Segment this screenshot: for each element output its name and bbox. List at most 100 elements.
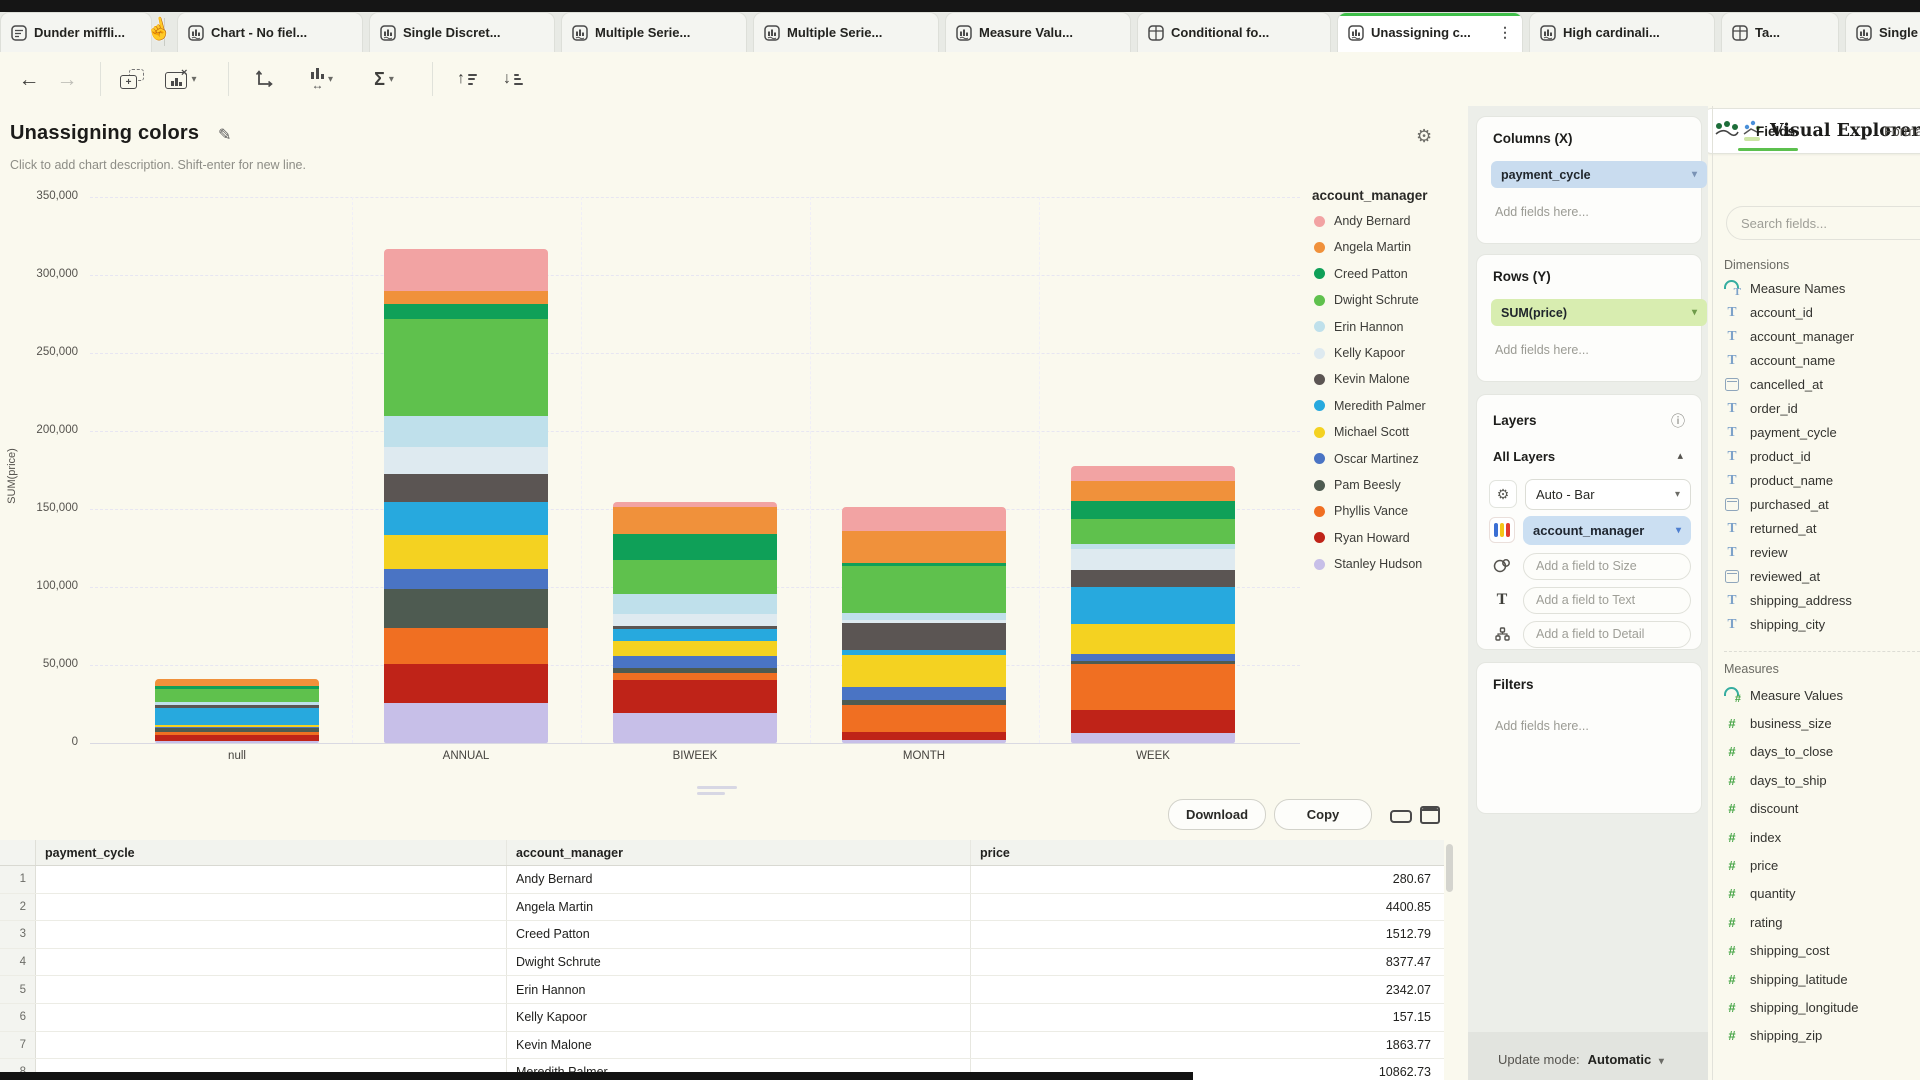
detail-field-input[interactable] xyxy=(1523,621,1691,648)
bar-segment[interactable] xyxy=(1071,519,1235,544)
bar-segment[interactable] xyxy=(613,560,777,595)
table-row[interactable]: 6Kelly Kapoor157.15 xyxy=(0,1004,1444,1032)
aggregate-button[interactable]: Σ ▾ xyxy=(360,60,408,98)
bar-segment[interactable] xyxy=(155,708,319,725)
swap-axes-button[interactable] xyxy=(244,60,284,98)
field-item-discount[interactable]: #discount xyxy=(1724,801,1920,817)
legend-item[interactable]: Meredith Palmer xyxy=(1314,399,1426,413)
field-item-price[interactable]: #price xyxy=(1724,857,1920,873)
bar-segment[interactable] xyxy=(613,594,777,614)
tab-multiple-serie[interactable]: Multiple Serie... xyxy=(561,12,747,52)
legend-item[interactable]: Kelly Kapoor xyxy=(1314,346,1405,360)
color-field-pill[interactable]: account_manager ▾ xyxy=(1523,516,1691,545)
bar-segment[interactable] xyxy=(1071,466,1235,481)
bar-segment[interactable] xyxy=(613,614,777,626)
tab-unassigning-c[interactable]: Unassigning c...⋮ xyxy=(1337,12,1523,52)
maximize-table-icon[interactable] xyxy=(1420,806,1440,824)
bar-segment[interactable] xyxy=(842,613,1006,620)
legend-item[interactable]: Michael Scott xyxy=(1314,425,1409,439)
legend-item[interactable]: Oscar Martinez xyxy=(1314,452,1419,466)
bar-segment[interactable] xyxy=(613,713,777,743)
bar-segment[interactable] xyxy=(842,623,1006,651)
tab-format[interactable]: Format xyxy=(1884,124,1920,139)
field-item-shipping-city[interactable]: Tshipping_city xyxy=(1724,616,1920,632)
field-item-payment-cycle[interactable]: Tpayment_cycle xyxy=(1724,424,1920,440)
legend-item[interactable]: Angela Martin xyxy=(1314,240,1411,254)
legend-item[interactable]: Erin Hannon xyxy=(1314,320,1404,334)
text-field-input[interactable] xyxy=(1523,587,1691,614)
table-row[interactable]: 5Erin Hannon2342.07 xyxy=(0,976,1444,1004)
table-row[interactable]: 4Dwight Schrute8377.47 xyxy=(0,949,1444,977)
minimize-table-icon[interactable] xyxy=(1390,810,1412,823)
bar-segment[interactable] xyxy=(613,656,777,668)
bar-segment[interactable] xyxy=(384,291,548,305)
field-item-shipping-zip[interactable]: #shipping_zip xyxy=(1724,1028,1920,1044)
field-item-order-id[interactable]: Torder_id xyxy=(1724,400,1920,416)
bar-size-button[interactable]: ↔ ▾ xyxy=(296,60,348,98)
field-item-account-id[interactable]: Taccount_id xyxy=(1724,304,1920,320)
field-item-returned-at[interactable]: Treturned_at xyxy=(1724,520,1920,536)
legend-item[interactable]: Phyllis Vance xyxy=(1314,504,1408,518)
info-icon[interactable]: ⓘ xyxy=(1671,411,1685,431)
bar-null[interactable] xyxy=(155,679,319,743)
chart-description-placeholder[interactable]: Click to add chart description. Shift-en… xyxy=(10,158,306,172)
bar-segment[interactable] xyxy=(155,689,319,702)
field-item-product-name[interactable]: Tproduct_name xyxy=(1724,472,1920,488)
field-item-days-to-close[interactable]: #days_to_close xyxy=(1724,744,1920,760)
field-item-shipping-latitude[interactable]: #shipping_latitude xyxy=(1724,971,1920,987)
bar-segment[interactable] xyxy=(155,679,319,686)
field-item-review[interactable]: Treview xyxy=(1724,544,1920,560)
bar-segment[interactable] xyxy=(384,249,548,291)
bar-segment[interactable] xyxy=(384,474,548,502)
columns-field-pill[interactable]: payment_cycle ▾ xyxy=(1491,161,1707,188)
bar-biweek[interactable] xyxy=(613,502,777,743)
bar-segment[interactable] xyxy=(1071,624,1235,654)
tab-conditional-fo[interactable]: Conditional fo... xyxy=(1137,12,1331,52)
field-item-measure-names[interactable]: TMeasure Names xyxy=(1724,280,1920,296)
bar-month[interactable] xyxy=(842,507,1006,743)
columns-add-fields-placeholder[interactable]: Add fields here... xyxy=(1495,205,1589,219)
bar-segment[interactable] xyxy=(842,705,1006,732)
bar-segment[interactable] xyxy=(1071,481,1235,501)
table-row[interactable]: 1Andy Bernard280.67 xyxy=(0,866,1444,894)
field-item-quantity[interactable]: #quantity xyxy=(1724,886,1920,902)
bar-segment[interactable] xyxy=(384,535,548,570)
bar-segment[interactable] xyxy=(1071,654,1235,661)
bar-segment[interactable] xyxy=(842,740,1006,743)
bar-segment[interactable] xyxy=(384,319,548,415)
chart-settings-gear-icon[interactable]: ⚙ xyxy=(1416,126,1432,147)
duplicate-chart-button[interactable]: + xyxy=(114,60,150,98)
update-mode-dropdown[interactable]: Automatic ▾ xyxy=(1588,1052,1664,1067)
bar-segment[interactable] xyxy=(384,664,548,704)
bar-segment[interactable] xyxy=(613,534,777,560)
field-item-account-name[interactable]: Taccount_name xyxy=(1724,352,1920,368)
bar-segment[interactable] xyxy=(384,569,548,589)
bar-segment[interactable] xyxy=(384,502,548,535)
bar-segment[interactable] xyxy=(613,507,777,534)
field-item-days-to-ship[interactable]: #days_to_ship xyxy=(1724,772,1920,788)
bar-segment[interactable] xyxy=(155,741,319,743)
kebab-menu-icon[interactable]: ⋮ xyxy=(1494,24,1512,41)
legend-item[interactable]: Pam Beesly xyxy=(1314,478,1401,492)
field-item-measure-values[interactable]: #Measure Values xyxy=(1724,687,1920,703)
legend-item[interactable]: Stanley Hudson xyxy=(1314,557,1422,571)
bar-segment[interactable] xyxy=(384,304,548,319)
field-item-rating[interactable]: #rating xyxy=(1724,914,1920,930)
column-header-account-manager[interactable]: account_manager xyxy=(507,840,971,865)
bar-segment[interactable] xyxy=(1071,587,1235,624)
edit-title-pencil-icon[interactable]: ✎ xyxy=(218,125,231,145)
bar-segment[interactable] xyxy=(1071,664,1235,711)
bar-segment[interactable] xyxy=(613,673,777,681)
field-item-product-id[interactable]: Tproduct_id xyxy=(1724,448,1920,464)
collapse-chevron-icon[interactable]: ▴ xyxy=(1677,449,1683,462)
field-item-purchased-at[interactable]: purchased_at xyxy=(1724,496,1920,512)
bar-segment[interactable] xyxy=(842,507,1006,532)
bar-segment[interactable] xyxy=(384,416,548,448)
tab-high-cardinali[interactable]: High cardinali... xyxy=(1529,12,1715,52)
table-vertical-scrollbar[interactable] xyxy=(1446,844,1453,892)
bar-segment[interactable] xyxy=(384,628,548,664)
chart-resize-handle[interactable] xyxy=(697,786,737,798)
copy-button[interactable]: Copy xyxy=(1274,799,1372,830)
bar-segment[interactable] xyxy=(1071,570,1235,587)
chart-title[interactable]: Unassigning colors xyxy=(10,122,199,145)
